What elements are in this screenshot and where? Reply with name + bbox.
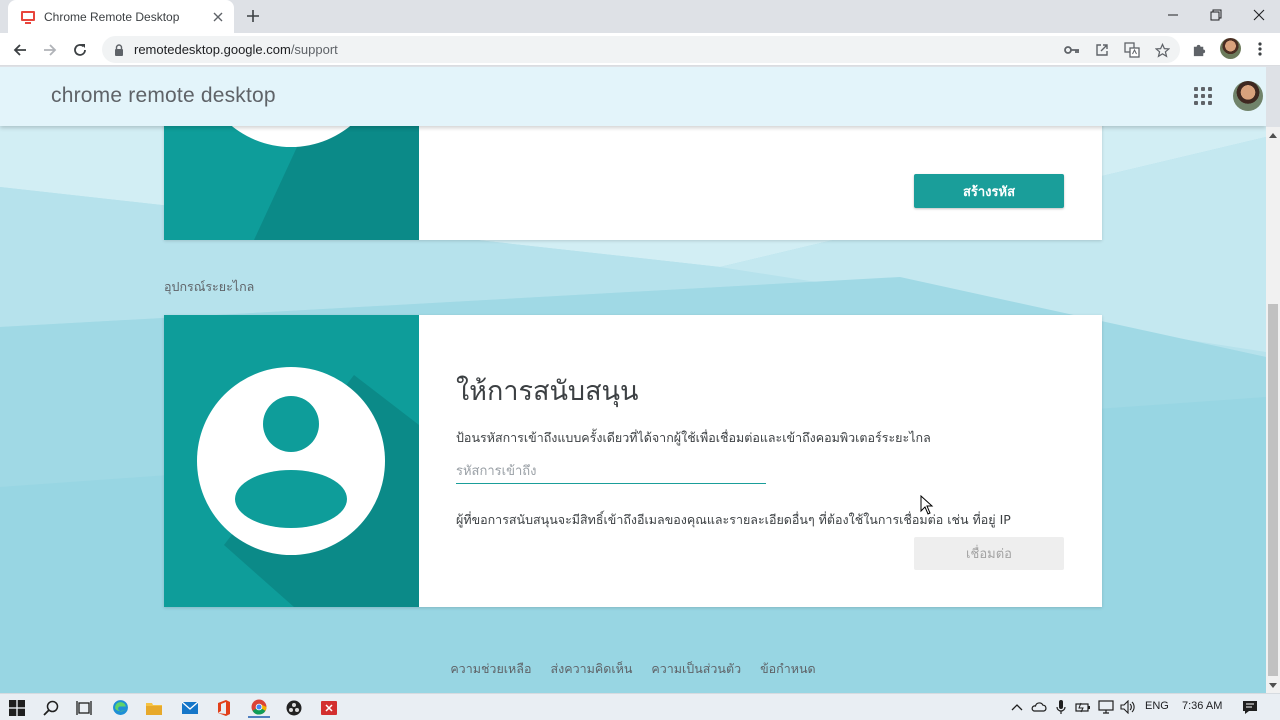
translate-icon[interactable] bbox=[1124, 42, 1140, 58]
new-tab-plus-icon[interactable] bbox=[242, 5, 264, 27]
forward-arrow-icon[interactable] bbox=[38, 38, 62, 62]
page-viewport: chrome remote desktop สร้างรหัส อุปกรณ์ร… bbox=[0, 67, 1266, 693]
edge-browser-icon[interactable] bbox=[109, 697, 131, 718]
volume-speaker-icon[interactable] bbox=[1120, 699, 1136, 715]
network-icon[interactable] bbox=[1098, 699, 1114, 715]
microphone-icon[interactable] bbox=[1053, 699, 1069, 715]
support-description: ป้อนรหัสการเข้าถึงแบบครั้งเดียวที่ได้จาก… bbox=[456, 430, 931, 445]
access-code-input[interactable] bbox=[456, 459, 766, 484]
browser-toolbar: remotedesktop.google.com/support bbox=[0, 33, 1280, 66]
support-illustration bbox=[164, 315, 419, 607]
scroll-down-arrow-icon[interactable] bbox=[1269, 681, 1277, 689]
app-header: chrome remote desktop bbox=[0, 67, 1266, 126]
restore-icon[interactable] bbox=[1193, 0, 1239, 30]
windows-taskbar: ENG 7:36 AM bbox=[0, 693, 1280, 720]
google-apps-grid-icon[interactable] bbox=[1194, 87, 1212, 105]
footer-link-feedback[interactable]: ส่งความคิดเห็น bbox=[550, 659, 632, 679]
chrome-taskbar-icon[interactable] bbox=[248, 697, 270, 718]
footer-links: ความช่วยเหลือ ส่งความคิดเห็น ความเป็นส่ว… bbox=[0, 659, 1266, 679]
support-card-body: ให้การสนับสนุน ป้อนรหัสการเข้าถึงแบบครั้… bbox=[419, 315, 1102, 607]
user-avatar-icon bbox=[197, 367, 419, 607]
bookmark-star-icon[interactable] bbox=[1154, 42, 1170, 58]
onedrive-cloud-icon[interactable] bbox=[1031, 699, 1047, 715]
file-explorer-icon[interactable] bbox=[143, 697, 165, 718]
open-in-app-icon[interactable] bbox=[1094, 42, 1110, 58]
minimize-icon[interactable] bbox=[1150, 0, 1196, 30]
connect-button[interactable]: เชื่อมต่อ bbox=[914, 537, 1064, 570]
give-support-card: ให้การสนับสนุน ป้อนรหัสการเข้าถึงแบบครั้… bbox=[164, 315, 1102, 607]
tab-strip: Chrome Remote Desktop bbox=[0, 0, 1280, 33]
section-heading-remote-devices: อุปกรณ์ระยะไกล bbox=[164, 279, 255, 294]
page-scrollbar[interactable] bbox=[1266, 127, 1280, 693]
language-indicator[interactable]: ENG bbox=[1145, 700, 1169, 712]
profile-avatar[interactable] bbox=[1220, 38, 1241, 59]
create-code-button[interactable]: สร้างรหัส bbox=[914, 174, 1064, 208]
tab-title: Chrome Remote Desktop bbox=[44, 9, 180, 24]
footer-link-privacy[interactable]: ความเป็นส่วนตัว bbox=[651, 659, 741, 679]
battery-icon[interactable] bbox=[1075, 699, 1091, 715]
close-window-icon[interactable] bbox=[1236, 0, 1280, 30]
scroll-up-arrow-icon[interactable] bbox=[1269, 131, 1277, 139]
footer-link-help[interactable]: ความช่วยเหลือ bbox=[450, 659, 531, 679]
tab-close-icon[interactable] bbox=[210, 9, 226, 25]
action-center-notification-icon[interactable] bbox=[1242, 699, 1258, 715]
support-title: ให้การสนับสนุน bbox=[456, 376, 639, 407]
office-icon[interactable] bbox=[213, 697, 235, 718]
remote-desktop-favicon-icon bbox=[21, 10, 35, 24]
extensions-puzzle-icon[interactable] bbox=[1188, 38, 1210, 60]
remote-desktop-app-icon[interactable] bbox=[318, 697, 340, 718]
address-bar[interactable]: remotedesktop.google.com/support bbox=[102, 36, 1180, 63]
task-view-icon[interactable] bbox=[73, 697, 95, 718]
url-path: /support bbox=[290, 42, 338, 57]
windows-start-icon[interactable] bbox=[6, 697, 28, 718]
reload-icon[interactable] bbox=[68, 38, 92, 62]
mail-icon[interactable] bbox=[179, 697, 201, 718]
clock-time[interactable]: 7:36 AM bbox=[1182, 700, 1222, 712]
url-host: remotedesktop.google.com bbox=[134, 42, 291, 57]
key-icon[interactable] bbox=[1064, 42, 1080, 58]
browser-tab[interactable]: Chrome Remote Desktop bbox=[8, 0, 234, 33]
app-title[interactable]: chrome remote desktop bbox=[51, 84, 276, 108]
footer-link-terms[interactable]: ข้อกำหนด bbox=[760, 659, 816, 679]
scrollbar-thumb[interactable] bbox=[1268, 304, 1278, 676]
kebab-menu-icon[interactable] bbox=[1249, 38, 1271, 60]
lock-icon[interactable] bbox=[112, 43, 126, 57]
mouse-cursor-icon bbox=[920, 495, 934, 515]
obs-recorder-icon[interactable] bbox=[283, 697, 305, 718]
back-arrow-icon[interactable] bbox=[8, 38, 32, 62]
account-avatar[interactable] bbox=[1233, 81, 1263, 111]
tray-chevron-up-icon[interactable] bbox=[1009, 699, 1025, 715]
search-icon[interactable] bbox=[40, 697, 62, 718]
